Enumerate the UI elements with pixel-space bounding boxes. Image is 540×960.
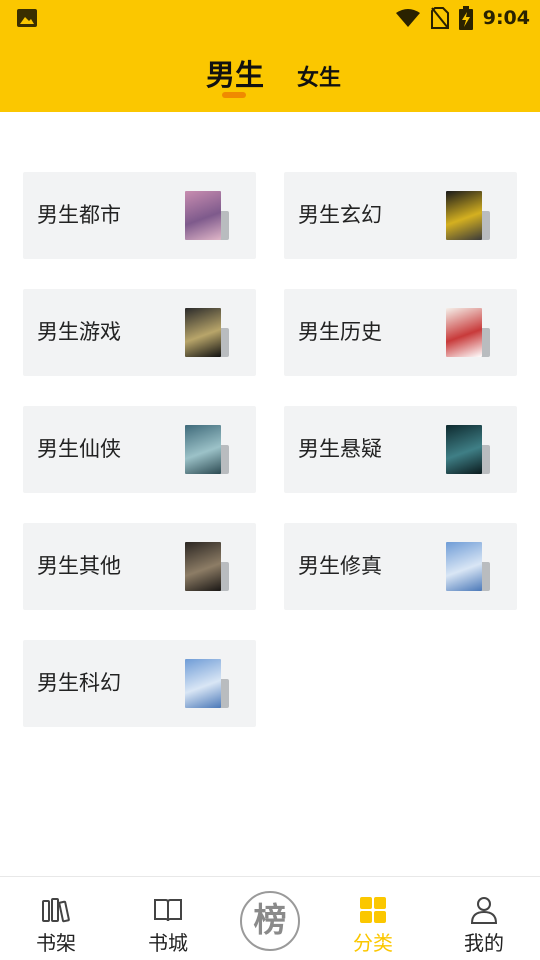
nav-category-label: 分类 bbox=[353, 931, 393, 955]
book-cover-stack bbox=[446, 308, 490, 357]
category-card[interactable]: 男生仙侠 bbox=[23, 406, 256, 493]
book-cover-image bbox=[185, 659, 221, 708]
category-label: 男生游戏 bbox=[37, 320, 121, 344]
category-label: 男生历史 bbox=[298, 320, 382, 344]
tab-indicator bbox=[222, 92, 246, 98]
book-cover-image bbox=[185, 425, 221, 474]
category-card[interactable]: 男生游戏 bbox=[23, 289, 256, 376]
no-sim-icon bbox=[430, 7, 449, 29]
book-cover-stack bbox=[185, 308, 229, 357]
nav-mine-label: 我的 bbox=[464, 931, 504, 955]
status-time: 9:04 bbox=[482, 7, 530, 29]
nav-bookshelf[interactable]: 书架 bbox=[11, 877, 101, 960]
category-card[interactable]: 男生其他 bbox=[23, 523, 256, 610]
image-icon bbox=[17, 9, 37, 27]
nav-mine[interactable]: 我的 bbox=[439, 877, 529, 960]
book-cover-image bbox=[185, 542, 221, 591]
bottom-nav: 书架 书城 榜 分类 我的 bbox=[0, 876, 540, 960]
grid-icon bbox=[360, 897, 386, 923]
tab-male[interactable]: 男生 bbox=[206, 52, 264, 94]
book-cover-stack bbox=[185, 542, 229, 591]
category-label: 男生科幻 bbox=[37, 671, 121, 695]
nav-rank-button[interactable]: 榜 bbox=[240, 891, 300, 951]
nav-bookstore-label: 书城 bbox=[148, 931, 188, 955]
category-card[interactable]: 男生都市 bbox=[23, 172, 256, 259]
user-icon bbox=[470, 897, 498, 924]
battery-charging-icon bbox=[458, 6, 473, 30]
book-cover-stack bbox=[446, 542, 490, 591]
book-cover-image bbox=[446, 308, 482, 357]
category-label: 男生都市 bbox=[37, 203, 121, 227]
nav-category[interactable]: 分类 bbox=[328, 877, 418, 960]
nav-bookshelf-label: 书架 bbox=[36, 931, 76, 955]
category-label: 男生玄幻 bbox=[298, 203, 382, 227]
status-bar: 9:04 bbox=[0, 0, 540, 36]
book-cover-stack bbox=[446, 425, 490, 474]
category-label: 男生其他 bbox=[37, 554, 121, 578]
category-card[interactable]: 男生玄幻 bbox=[284, 172, 517, 259]
tab-female[interactable]: 女生 bbox=[297, 60, 341, 92]
book-cover-stack bbox=[185, 191, 229, 240]
category-card[interactable]: 男生科幻 bbox=[23, 640, 256, 727]
category-card[interactable]: 男生悬疑 bbox=[284, 406, 517, 493]
book-cover-image bbox=[446, 191, 482, 240]
category-card[interactable]: 男生历史 bbox=[284, 289, 517, 376]
book-cover-stack bbox=[185, 425, 229, 474]
header: 9:04 男生 女生 bbox=[0, 0, 540, 112]
wifi-icon bbox=[395, 9, 420, 27]
book-cover-image bbox=[185, 191, 221, 240]
nav-bookstore[interactable]: 书城 bbox=[123, 877, 213, 960]
status-right: 9:04 bbox=[395, 6, 530, 30]
book-cover-stack bbox=[446, 191, 490, 240]
book-cover-stack bbox=[185, 659, 229, 708]
category-label: 男生修真 bbox=[298, 554, 382, 578]
category-card[interactable]: 男生修真 bbox=[284, 523, 517, 610]
book-cover-image bbox=[446, 542, 482, 591]
book-cover-image bbox=[185, 308, 221, 357]
category-label: 男生悬疑 bbox=[298, 437, 382, 461]
open-book-icon bbox=[154, 899, 182, 922]
category-label: 男生仙侠 bbox=[37, 437, 121, 461]
book-cover-image bbox=[446, 425, 482, 474]
app-root: 9:04 男生 女生 男生都市 男生玄幻 男生游戏 男生历史 男生仙侠 男生悬疑 男生其他男… bbox=[0, 0, 540, 960]
gender-tabs: 男生 女生 bbox=[0, 50, 540, 100]
bookshelf-icon bbox=[42, 898, 70, 923]
